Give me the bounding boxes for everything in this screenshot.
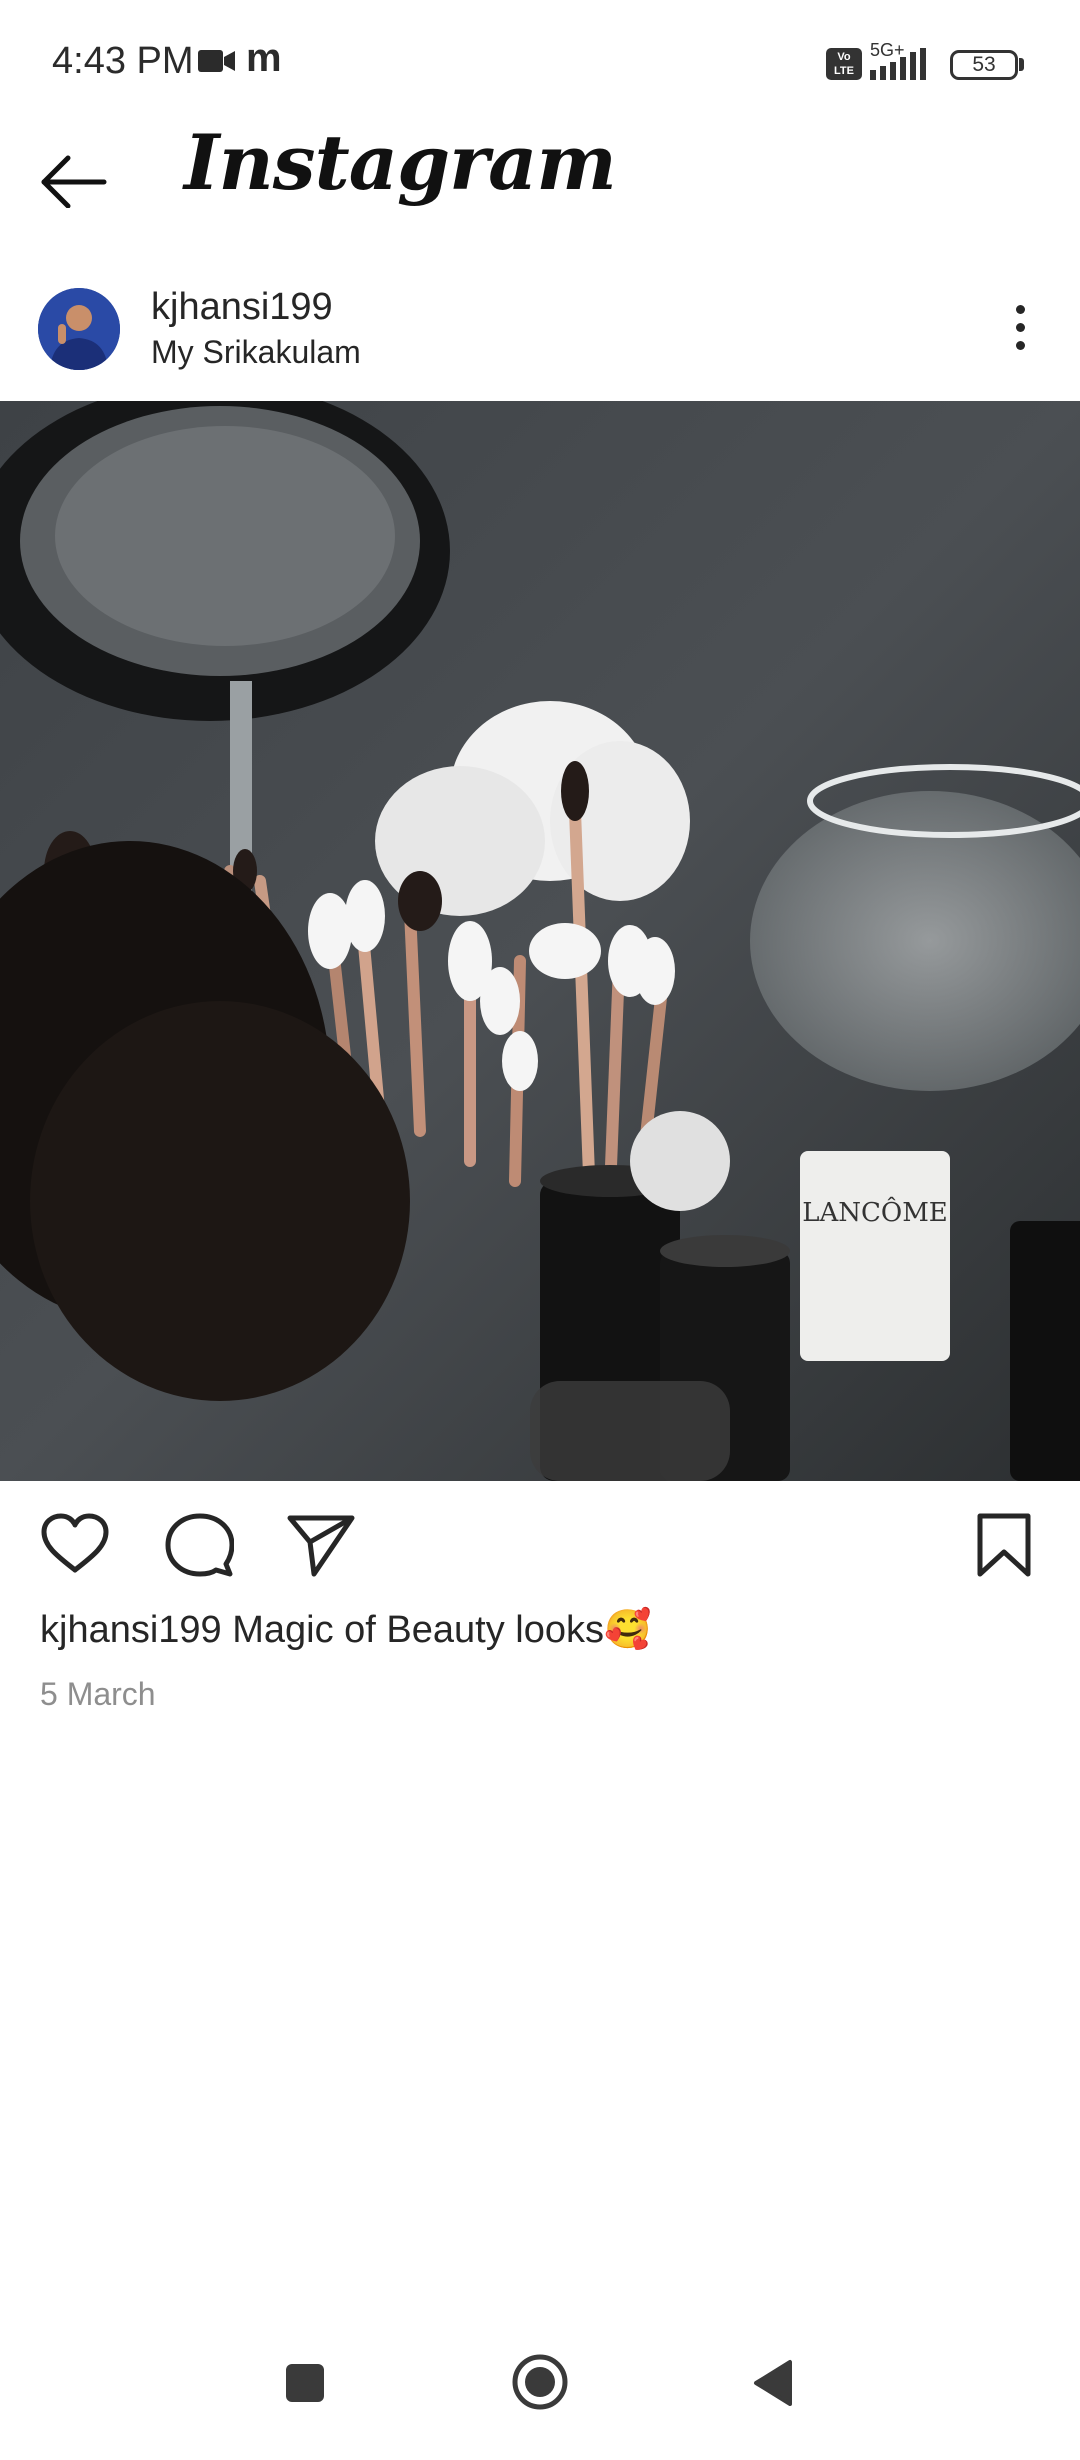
avatar-image <box>38 288 120 370</box>
post-image[interactable]: LANCÔME <box>0 401 1080 1481</box>
makeup-brushes-photo: LANCÔME <box>0 401 1080 1481</box>
heart-icon <box>41 1513 109 1573</box>
arrow-left-icon <box>41 155 107 209</box>
nav-home-button[interactable] <box>510 2352 570 2417</box>
more-options-button[interactable] <box>1000 296 1040 366</box>
share-button[interactable] <box>286 1512 360 1578</box>
save-button[interactable] <box>974 1512 1048 1578</box>
video-camera-icon <box>198 50 235 72</box>
volte-icon: Vo LTE <box>826 48 862 80</box>
square-icon <box>286 2364 324 2402</box>
battery-icon: 53 <box>950 50 1018 80</box>
send-icon <box>287 1515 355 1577</box>
signal-icon <box>870 48 926 80</box>
circle-icon <box>512 2354 568 2410</box>
battery-tip <box>1019 58 1024 71</box>
instagram-logo: Instagram <box>184 118 617 207</box>
comment-button[interactable] <box>164 1512 238 1578</box>
post-username[interactable]: kjhansi199 <box>151 286 333 329</box>
post-caption: kjhansi199 Magic of Beauty looks🥰 <box>40 1608 651 1652</box>
bookmark-icon <box>977 1513 1031 1577</box>
nav-back-button[interactable] <box>752 2358 794 2413</box>
back-button[interactable] <box>38 148 118 220</box>
avatar[interactable] <box>38 288 120 370</box>
post-location[interactable]: My Srikakulam <box>151 334 361 371</box>
caption-text: Magic of Beauty looks🥰 <box>221 1609 652 1651</box>
post-date: 5 March <box>40 1676 156 1712</box>
nav-recent-button[interactable] <box>282 2360 328 2411</box>
status-bar: 4:43 PM m Vo LTE 5G+ 53 <box>0 0 1080 130</box>
status-m-icon: m <box>246 36 282 80</box>
caption-username[interactable]: kjhansi199 <box>40 1609 222 1651</box>
more-vertical-icon <box>1000 305 1040 350</box>
status-time: 4:43 PM <box>52 40 194 82</box>
lancome-label: LANCÔME <box>802 1196 948 1228</box>
triangle-back-icon <box>754 2360 792 2406</box>
like-button[interactable] <box>40 1512 114 1578</box>
instagram-post-screen: 4:43 PM m Vo LTE 5G+ 53 Instagram kjhans… <box>0 0 1080 2460</box>
comment-icon <box>165 1513 235 1577</box>
